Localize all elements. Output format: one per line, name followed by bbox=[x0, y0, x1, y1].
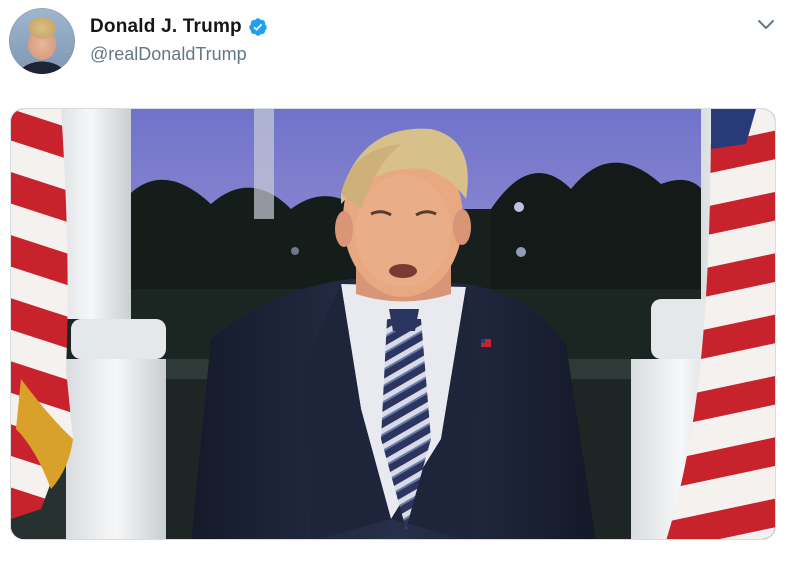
author-name-row: Donald J. Trump bbox=[90, 16, 268, 38]
author-handle[interactable]: @realDonaldTrump bbox=[90, 44, 247, 65]
author-name[interactable]: Donald J. Trump bbox=[90, 16, 242, 38]
verified-icon bbox=[248, 17, 268, 37]
chevron-down-icon[interactable] bbox=[756, 14, 776, 34]
tweet-header: Donald J. Trump @realDonaldTrump bbox=[0, 0, 790, 90]
video-frame bbox=[11, 109, 775, 539]
avatar[interactable] bbox=[9, 8, 75, 74]
tweet-media-video[interactable] bbox=[10, 108, 776, 540]
